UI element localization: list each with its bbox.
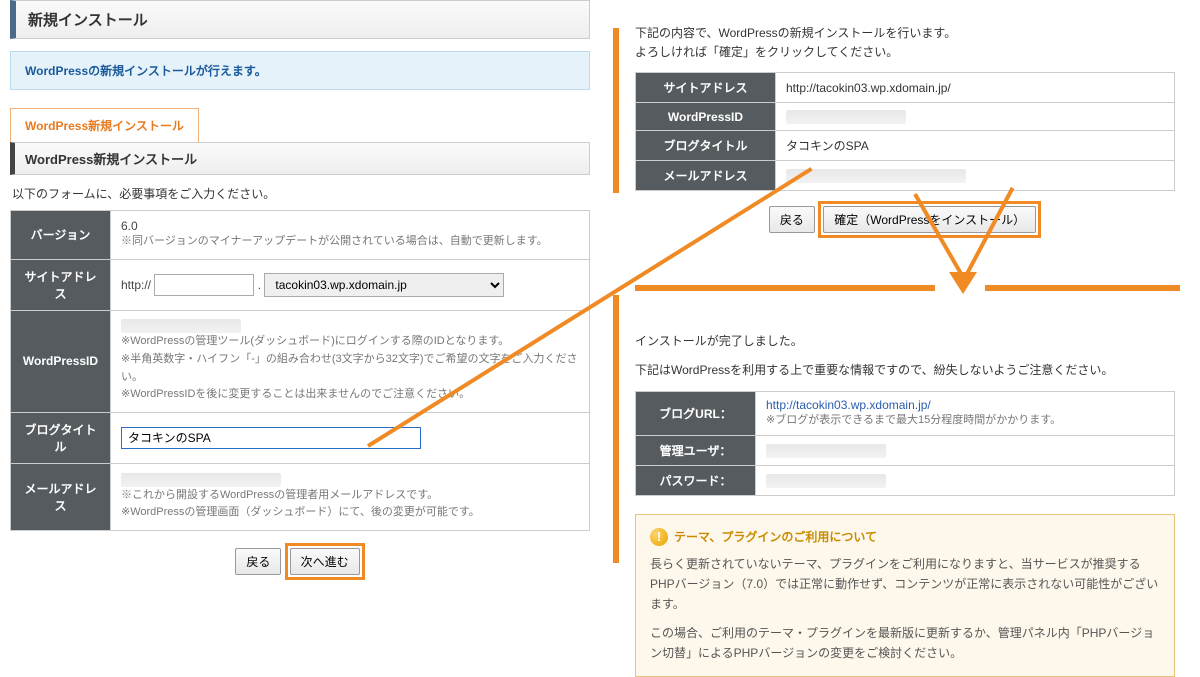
conf-blog-label: ブログタイトル [636, 131, 776, 161]
install-form-table: バージョン 6.0 ※同バージョンのマイナーアップデートが公開されている場合は、… [10, 210, 590, 531]
warning-icon: ! [650, 528, 668, 546]
redacted [766, 444, 886, 458]
done-text: インストールが完了しました。 [635, 332, 1175, 351]
result-pass-value [756, 466, 1175, 496]
warning-text: この場合、ご利用のテーマ・プラグインを最新版に更新するか、管理パネル内「PHPバ… [650, 623, 1160, 664]
info-banner: WordPressの新規インストールが行えます。 [10, 51, 590, 90]
result-url-link[interactable]: http://tacokin03.wp.xdomain.jp/ [766, 398, 931, 412]
confirm-result-panel: 下記の内容で、WordPressの新規インストールを行います。 よろしければ「確… [635, 20, 1175, 677]
result-url-label: ブログURL： [636, 391, 756, 436]
version-label: バージョン [11, 211, 111, 260]
back-button[interactable]: 戻る [769, 206, 815, 233]
warning-title-text: テーマ、プラグインのご利用について [674, 527, 877, 547]
mail-label: メールアドレス [11, 463, 111, 530]
confirm-intro-line: 下記の内容で、WordPressの新規インストールを行います。 [635, 26, 956, 40]
back-button[interactable]: 戻る [235, 548, 281, 575]
wpid-value-redacted [121, 319, 241, 333]
subdomain-input[interactable] [154, 274, 254, 296]
mail-cell: ※これから開設するWordPressの管理者用メールアドレスです。 ※WordP… [111, 463, 590, 530]
page-title: 新規インストール [10, 0, 590, 39]
highlight-box: 次へ進む [285, 543, 365, 580]
result-table: ブログURL： http://tacokin03.wp.xdomain.jp/ … [635, 391, 1175, 497]
section-title: WordPress新規インストール [10, 142, 590, 175]
result-url-cell: http://tacokin03.wp.xdomain.jp/ ※ブログが表示で… [756, 391, 1175, 436]
wpid-cell: ※WordPressの管理ツール(ダッシュボード)にログインする際のIDとなりま… [111, 310, 590, 412]
form-intro-text: 以下のフォームに、必要事項をご入力ください。 [10, 175, 590, 210]
site-address-label: サイトアドレス [11, 259, 111, 310]
redacted [766, 474, 886, 488]
annotation-hbar [985, 285, 1180, 291]
mail-value-redacted [121, 473, 281, 487]
wpid-note: ※WordPressの管理ツール(ダッシュボード)にログインする際のIDとなりま… [121, 335, 509, 347]
conf-site-value: http://tacokin03.wp.xdomain.jp/ [776, 73, 1175, 103]
conf-mail-value [776, 161, 1175, 191]
conf-mail-label: メールアドレス [636, 161, 776, 191]
warning-box: ! テーマ、プラグインのご利用について 長らく更新されていないテーマ、プラグイン… [635, 514, 1175, 676]
next-button[interactable]: 次へ進む [290, 548, 360, 575]
result-pass-label: パスワード： [636, 466, 756, 496]
scheme-text: http:// [121, 278, 151, 292]
done-note: 下記はWordPressを利用する上で重要な情報ですので、紛失しないようご注意く… [635, 361, 1175, 380]
mail-note: ※WordPressの管理画面（ダッシュボード）にて、後の変更が可能です。 [121, 506, 480, 518]
blog-title-cell [111, 412, 590, 463]
result-url-note: ※ブログが表示できるまで最大15分程度時間がかかります。 [766, 414, 1061, 426]
annotation-hbar [635, 285, 935, 291]
install-form-panel: 新規インストール WordPressの新規インストールが行えます。 WordPr… [10, 0, 590, 580]
blog-title-label: ブログタイトル [11, 412, 111, 463]
warning-title: ! テーマ、プラグインのご利用について [650, 527, 1160, 547]
conf-site-label: サイトアドレス [636, 73, 776, 103]
form-button-row: 戻る 次へ進む [10, 543, 590, 580]
annotation-vbar [613, 295, 619, 563]
redacted [786, 169, 966, 183]
mail-note: ※これから開設するWordPressの管理者用メールアドレスです。 [121, 489, 438, 501]
result-user-value [756, 436, 1175, 466]
annotation-arrowhead [949, 272, 977, 294]
confirm-intro-line: よろしければ「確定」をクリックしてください。 [635, 45, 898, 59]
confirm-intro: 下記の内容で、WordPressの新規インストールを行います。 よろしければ「確… [635, 24, 1175, 62]
version-note: ※同バージョンのマイナーアップデートが公開されている場合は、自動で更新します。 [121, 235, 548, 247]
conf-blog-value: タコキンのSPA [776, 131, 1175, 161]
confirm-button-row: 戻る 確定（WordPressをインストール） [635, 201, 1175, 238]
wpid-note: ※WordPressIDを後に変更することは出来ませんのでご注意ください。 [121, 388, 470, 400]
confirm-table: サイトアドレス http://tacokin03.wp.xdomain.jp/ … [635, 72, 1175, 191]
annotation-vbar [613, 28, 619, 193]
version-value: 6.0 [121, 219, 138, 233]
conf-wpid-label: WordPressID [636, 103, 776, 131]
domain-select[interactable]: tacokin03.wp.xdomain.jp [264, 273, 504, 297]
wpid-label: WordPressID [11, 310, 111, 412]
conf-wpid-value [776, 103, 1175, 131]
result-user-label: 管理ユーザ： [636, 436, 756, 466]
redacted [786, 110, 906, 124]
tab-wordpress-install[interactable]: WordPress新規インストール [10, 108, 199, 142]
warning-text: 長らく更新されていないテーマ、プラグインをご利用になりますと、当サービスが推奨す… [650, 554, 1160, 615]
version-cell: 6.0 ※同バージョンのマイナーアップデートが公開されている場合は、自動で更新し… [111, 211, 590, 260]
site-address-cell: http:// . tacokin03.wp.xdomain.jp [111, 259, 590, 310]
